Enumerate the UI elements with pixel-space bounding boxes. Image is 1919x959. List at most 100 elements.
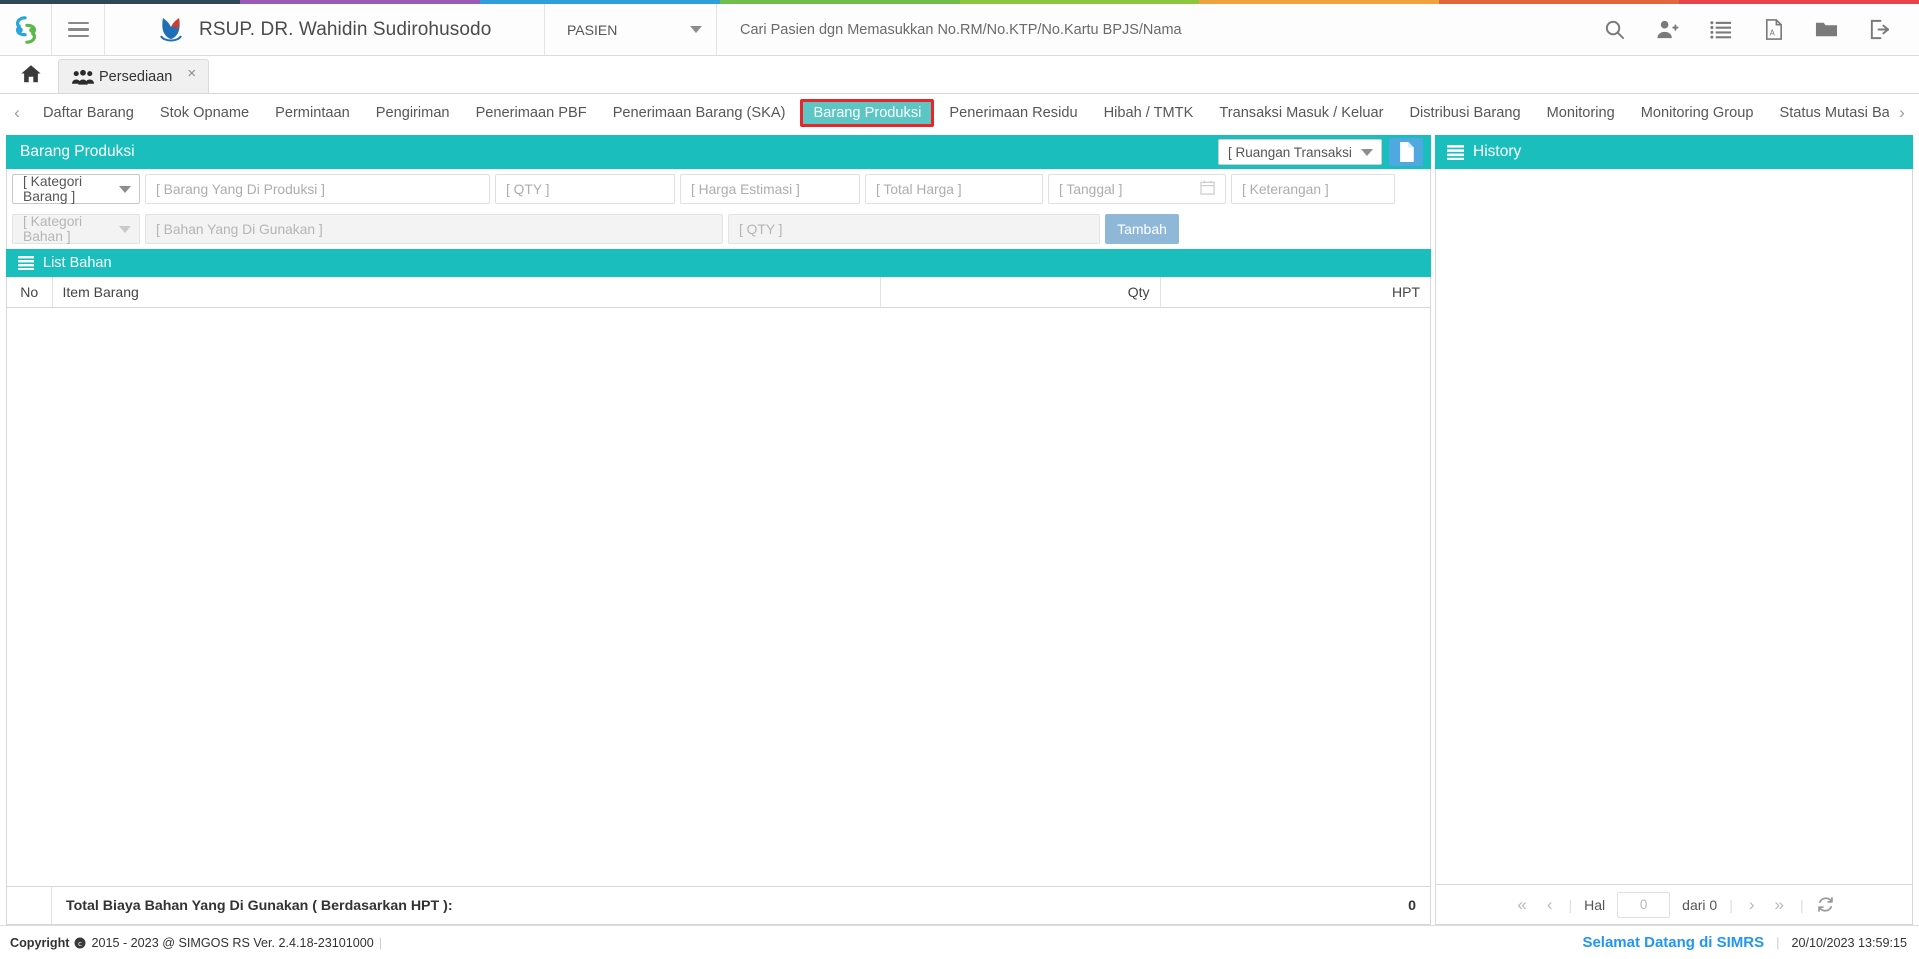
production-form: [ Kategori Barang ] [ Barang Yang Di Pro… [6, 169, 1431, 249]
nav-item-monitoring-group[interactable]: Monitoring Group [1628, 101, 1767, 125]
nav-item-transaksi-masuk-keluar[interactable]: Transaksi Masuk / Keluar [1206, 101, 1396, 125]
module-nav: ‹ Daftar Barang Stok Opname Permintaan P… [0, 94, 1919, 132]
tambah-button[interactable]: Tambah [1105, 214, 1179, 244]
total-harga-input[interactable]: [ Total Harga ] [865, 174, 1043, 204]
page-total-label: dari 0 [1682, 896, 1718, 913]
hospital-name: RSUP. DR. Wahidin Sudirohusodo [199, 18, 492, 40]
barang-yang-diproduksi-placeholder: [ Barang Yang Di Produksi ] [156, 181, 325, 197]
search-input[interactable] [740, 21, 1593, 38]
total-label: Total Biaya Bahan Yang Di Gunakan ( Berd… [66, 897, 453, 914]
footer-bar: Copyright c 2015 - 2023 @ SIMGOS RS Ver.… [0, 925, 1919, 959]
home-tab[interactable] [10, 55, 52, 93]
global-search[interactable] [717, 4, 1593, 55]
refresh-icon[interactable] [1816, 895, 1835, 914]
form-row-1: [ Kategori Barang ] [ Barang Yang Di Pro… [7, 169, 1430, 209]
harga-estimasi-placeholder: [ Harga Estimasi ] [691, 181, 800, 197]
list-icon [18, 256, 34, 270]
nav-item-stok-opname[interactable]: Stok Opname [147, 101, 262, 125]
history-pager: « ‹ | Hal dari 0 | › » | [1435, 885, 1913, 925]
barang-produksi-panel: Barang Produksi [ Ruangan Transaksi [ Ka… [6, 135, 1431, 925]
total-value: 0 [1408, 897, 1416, 914]
folder-icon[interactable] [1815, 18, 1838, 41]
copyright-text: 2015 - 2023 @ SIMGOS RS Ver. 2.4.18-2310… [91, 935, 374, 950]
nav-item-distribusi-barang[interactable]: Distribusi Barang [1396, 101, 1533, 125]
table-header-row: No Item Barang Qty HPT [7, 277, 1430, 308]
nav-next-arrow[interactable]: › [1889, 103, 1915, 123]
users-icon [72, 69, 94, 85]
datetime-label: 20/10/2023 13:59:15 [1791, 935, 1907, 950]
nav-items: Daftar Barang Stok Opname Permintaan Pen… [30, 98, 1889, 127]
list-bahan-title: List Bahan [43, 255, 112, 271]
copyright-label: Copyright [10, 935, 70, 950]
column-item-barang: Item Barang [52, 277, 881, 308]
history-header: History [1435, 135, 1913, 169]
last-page-button[interactable]: » [1771, 895, 1788, 915]
panel-header: Barang Produksi [ Ruangan Transaksi [6, 135, 1431, 169]
search-icon[interactable] [1603, 18, 1626, 41]
ruangan-transaksi-select[interactable]: [ Ruangan Transaksi [1218, 139, 1382, 165]
nav-item-monitoring[interactable]: Monitoring [1534, 101, 1628, 125]
nav-item-pengiriman[interactable]: Pengiriman [363, 101, 463, 125]
keterangan-placeholder: [ Keterangan ] [1242, 181, 1329, 197]
nav-item-hibah-tmtk[interactable]: Hibah / TMTK [1091, 101, 1207, 125]
welcome-message: Selamat Datang di SIMRS [1582, 934, 1765, 951]
kategori-barang-select[interactable]: [ Kategori Barang ] [12, 174, 140, 204]
history-title: History [1473, 143, 1522, 160]
tanggal-input[interactable]: [ Tanggal ] [1048, 174, 1226, 204]
column-qty: Qty [880, 277, 1161, 308]
bahan-yang-digunakan-input[interactable]: [ Bahan Yang Di Gunakan ] [145, 214, 723, 244]
nav-item-permintaan[interactable]: Permintaan [262, 101, 363, 125]
next-page-button[interactable]: › [1745, 895, 1759, 915]
list-icon[interactable] [1709, 18, 1732, 41]
total-row-spacer [7, 887, 52, 924]
chevron-down-icon [1361, 148, 1373, 156]
page-number-input[interactable] [1617, 891, 1671, 918]
chevron-down-icon [119, 225, 131, 233]
top-bar: RSUP. DR. Wahidin Sudirohusodo PASIEN A [0, 4, 1919, 56]
list-bahan-header: List Bahan [6, 249, 1431, 277]
chevron-down-icon [119, 185, 131, 193]
add-user-icon[interactable] [1656, 18, 1679, 41]
pager-divider: | [1568, 896, 1573, 913]
module-select[interactable]: PASIEN [545, 4, 717, 55]
bahan-yang-digunakan-placeholder: [ Bahan Yang Di Gunakan ] [156, 221, 323, 237]
page-label: Hal [1584, 896, 1606, 913]
list-bahan-table: No Item Barang Qty HPT Total Biaya Bahan… [6, 277, 1431, 925]
pager-divider: | [1799, 896, 1804, 913]
pager-divider: | [1729, 896, 1733, 913]
menu-toggle-button[interactable] [52, 4, 105, 55]
logout-icon[interactable] [1868, 18, 1891, 41]
nav-item-status-mutasi-barang[interactable]: Status Mutasi Barang [1766, 101, 1889, 125]
footer-right: Selamat Datang di SIMRS | 20/10/2023 13:… [1582, 934, 1907, 951]
table-body-empty [7, 307, 1430, 886]
tab-strip: Persediaan × [0, 56, 1919, 94]
bahan-qty-input[interactable]: [ QTY ] [728, 214, 1100, 244]
nav-item-penerimaan-residu[interactable]: Penerimaan Residu [936, 101, 1090, 125]
pdf-icon[interactable]: A [1762, 18, 1785, 41]
close-icon[interactable]: × [187, 65, 196, 82]
tanggal-placeholder: [ Tanggal ] [1059, 181, 1123, 197]
nav-prev-arrow[interactable]: ‹ [4, 103, 30, 123]
workspace: Barang Produksi [ Ruangan Transaksi [ Ka… [0, 131, 1919, 925]
nav-item-penerimaan-pbf[interactable]: Penerimaan PBF [463, 101, 600, 125]
panel-title-group: Barang Produksi [20, 143, 135, 161]
column-hpt: HPT [1160, 277, 1430, 308]
nav-item-penerimaan-barang-ska[interactable]: Penerimaan Barang (SKA) [600, 101, 799, 125]
form-row-2: [ Kategori Bahan ] [ Bahan Yang Di Gunak… [7, 209, 1430, 249]
new-document-button[interactable] [1389, 138, 1423, 166]
harga-estimasi-input[interactable]: [ Harga Estimasi ] [680, 174, 860, 204]
keterangan-input[interactable]: [ Keterangan ] [1231, 174, 1395, 204]
nav-item-barang-produksi[interactable]: Barang Produksi [800, 98, 935, 127]
history-panel: History « ‹ | Hal dari 0 | › » | [1435, 135, 1913, 925]
first-page-button[interactable]: « [1513, 895, 1530, 915]
app-logo[interactable] [0, 4, 52, 55]
qty-input[interactable]: [ QTY ] [495, 174, 675, 204]
tab-persediaan[interactable]: Persediaan × [58, 59, 210, 93]
barang-yang-diproduksi-input[interactable]: [ Barang Yang Di Produksi ] [145, 174, 490, 204]
home-icon [21, 65, 41, 83]
nav-item-daftar-barang[interactable]: Daftar Barang [30, 101, 147, 125]
calendar-icon[interactable] [1200, 180, 1215, 198]
kategori-bahan-select[interactable]: [ Kategori Bahan ] [12, 214, 140, 244]
prev-page-button[interactable]: ‹ [1543, 895, 1557, 915]
list-icon [1447, 144, 1464, 160]
